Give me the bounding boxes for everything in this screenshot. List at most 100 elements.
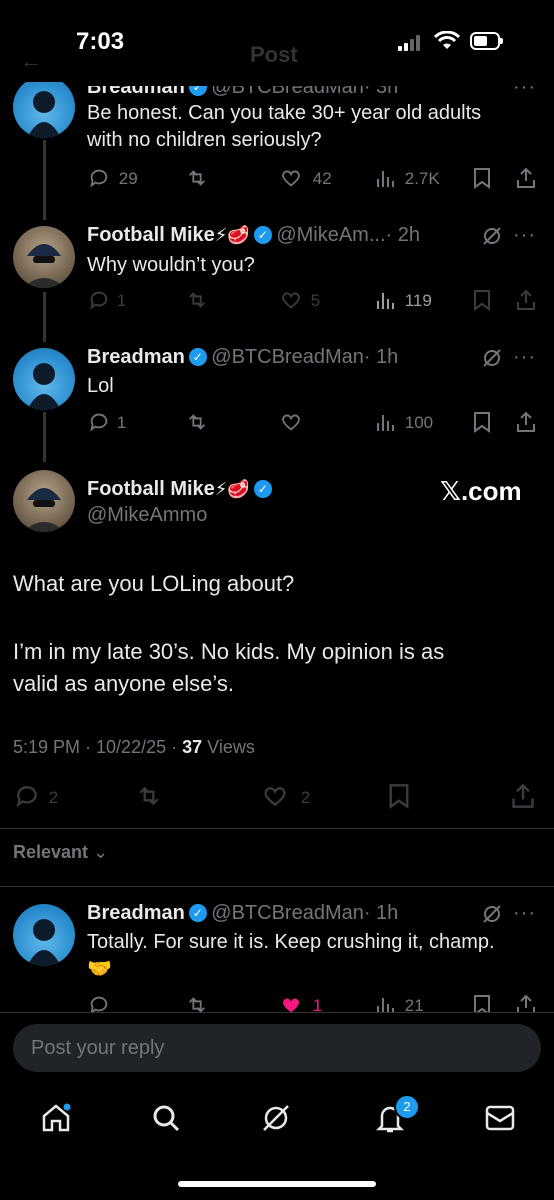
wifi-icon bbox=[434, 31, 460, 49]
reply-icon bbox=[90, 413, 108, 432]
repost-icon bbox=[189, 292, 205, 308]
reply-text-line: Totally. For sure it is. Keep crushing i… bbox=[87, 931, 495, 953]
share-button[interactable] bbox=[515, 411, 537, 438]
views-button[interactable]: 119 bbox=[376, 289, 432, 316]
avatar[interactable] bbox=[13, 76, 75, 138]
reply-button[interactable]: 2 bbox=[14, 783, 58, 814]
post-text-line: with no children seriously? bbox=[87, 129, 322, 151]
like-button[interactable] bbox=[280, 411, 302, 438]
sort-dropdown[interactable]: Relevant ⌄ bbox=[13, 842, 108, 863]
reply-text: Totally. For sure it is. Keep crushing i… bbox=[87, 929, 495, 983]
sort-label: Relevant bbox=[13, 842, 89, 862]
author-emoji: ⚡🥩 bbox=[214, 225, 250, 245]
mail-icon[interactable] bbox=[484, 1104, 516, 1132]
reply-button[interactable] bbox=[88, 994, 110, 1012]
repost-button[interactable] bbox=[186, 994, 208, 1012]
share-button[interactable] bbox=[515, 994, 537, 1012]
bookmark-button[interactable] bbox=[472, 167, 492, 194]
divider bbox=[0, 886, 554, 887]
main-post-text: What are you LOLing about? bbox=[13, 571, 295, 596]
views-count[interactable]: 37 bbox=[182, 737, 202, 757]
author-handle[interactable]: @BTCBreadMan bbox=[211, 346, 364, 368]
bookmark-icon bbox=[474, 412, 490, 433]
author-name[interactable]: Breadman bbox=[87, 902, 185, 924]
thread-connector bbox=[43, 140, 46, 220]
avatar[interactable] bbox=[13, 904, 75, 966]
post-text-line: Lol bbox=[87, 375, 114, 397]
author-name[interactable]: Football Mike bbox=[87, 478, 215, 500]
more-icon[interactable]: ··· bbox=[513, 346, 536, 369]
share-button[interactable] bbox=[515, 167, 537, 194]
back-button[interactable]: ← bbox=[20, 48, 42, 74]
reply-button[interactable]: 1 bbox=[88, 411, 126, 438]
reply-button[interactable]: 29 bbox=[88, 167, 138, 194]
more-icon[interactable]: ··· bbox=[513, 902, 536, 925]
signal-icon bbox=[398, 35, 426, 51]
post-timestamp: 5:19 PM · 10/22/25 · 37 Views bbox=[13, 737, 255, 758]
share-button[interactable] bbox=[510, 783, 536, 814]
post-header: Football Mike⚡🥩 ✓ @MikeAm...· 2h bbox=[87, 224, 420, 247]
bookmark-button[interactable] bbox=[387, 783, 411, 814]
bookmark-icon bbox=[474, 168, 490, 189]
bookmark-button[interactable] bbox=[472, 289, 492, 316]
search-icon[interactable] bbox=[150, 1102, 182, 1134]
share-icon bbox=[517, 289, 535, 310]
verified-badge-icon: ✓ bbox=[253, 226, 272, 244]
status-time: 7:03 bbox=[76, 28, 125, 55]
author-handle[interactable]: @BTCBreadMan bbox=[211, 902, 364, 924]
avatar[interactable] bbox=[13, 226, 75, 288]
repost-button[interactable] bbox=[186, 167, 208, 194]
analytics-icon bbox=[377, 293, 394, 309]
like-button[interactable]: 1 bbox=[280, 994, 322, 1012]
repost-button[interactable] bbox=[186, 411, 208, 438]
post-text: Be honest. Can you take 30+ year old adu… bbox=[87, 100, 481, 154]
grok-icon[interactable] bbox=[482, 348, 502, 368]
grok-icon[interactable] bbox=[482, 226, 502, 246]
bookmark-button[interactable] bbox=[472, 994, 492, 1012]
avatar[interactable] bbox=[13, 470, 75, 532]
views-button[interactable]: 100 bbox=[376, 411, 433, 438]
author-handle[interactable]: @MikeAmmo bbox=[87, 504, 207, 527]
handshake-emoji: 🤝 bbox=[87, 958, 112, 980]
repost-button[interactable] bbox=[136, 783, 162, 814]
repost-icon bbox=[189, 997, 205, 1012]
main-post-text: I’m in my late 30’s. No kids. My opinion… bbox=[13, 636, 444, 700]
author-handle[interactable]: @MikeAm... bbox=[276, 224, 385, 246]
like-button[interactable]: 42 bbox=[280, 167, 332, 194]
home-icon[interactable] bbox=[40, 1102, 72, 1134]
like-button[interactable]: 2 bbox=[262, 783, 310, 814]
thread-connector bbox=[43, 292, 46, 342]
reply-input[interactable]: Post your reply bbox=[13, 1024, 541, 1072]
views-button[interactable]: 2.7K bbox=[376, 167, 440, 194]
post-text-line: Be honest. Can you take 30+ year old adu… bbox=[87, 102, 482, 124]
author-name[interactable]: Football Mike bbox=[87, 224, 215, 246]
reply-icon bbox=[90, 291, 108, 310]
share-icon bbox=[512, 783, 534, 808]
more-icon[interactable]: ··· bbox=[513, 224, 536, 247]
grok-icon[interactable] bbox=[260, 1102, 292, 1134]
repost-icon bbox=[139, 786, 159, 806]
author-name[interactable]: Breadman bbox=[87, 346, 185, 368]
heart-icon bbox=[282, 414, 300, 431]
watermark: 𝕏.com bbox=[440, 476, 522, 506]
verified-badge-icon: ✓ bbox=[188, 348, 207, 366]
avatar[interactable] bbox=[13, 348, 75, 410]
status-bar: ← Post 7:03 bbox=[0, 0, 554, 82]
share-icon bbox=[517, 167, 535, 188]
reply-icon bbox=[16, 786, 37, 808]
like-button[interactable]: 5 bbox=[280, 289, 320, 316]
analytics-icon bbox=[377, 998, 394, 1012]
author-emoji: ⚡🥩 bbox=[214, 479, 250, 499]
reply-placeholder: Post your reply bbox=[31, 1037, 165, 1059]
heart-icon bbox=[282, 170, 300, 187]
reply-button[interactable]: 1 bbox=[88, 289, 126, 316]
post-header: Breadman ✓ @BTCBreadMan· 1h bbox=[87, 346, 398, 369]
reply-icon bbox=[90, 169, 108, 188]
share-icon bbox=[517, 994, 535, 1012]
grok-icon[interactable] bbox=[482, 904, 502, 924]
share-button[interactable] bbox=[515, 289, 537, 316]
views-button[interactable]: 21 bbox=[376, 994, 424, 1012]
notifications-tab[interactable]: 2 bbox=[374, 1094, 420, 1138]
repost-button[interactable] bbox=[186, 289, 208, 316]
bookmark-button[interactable] bbox=[472, 411, 492, 438]
